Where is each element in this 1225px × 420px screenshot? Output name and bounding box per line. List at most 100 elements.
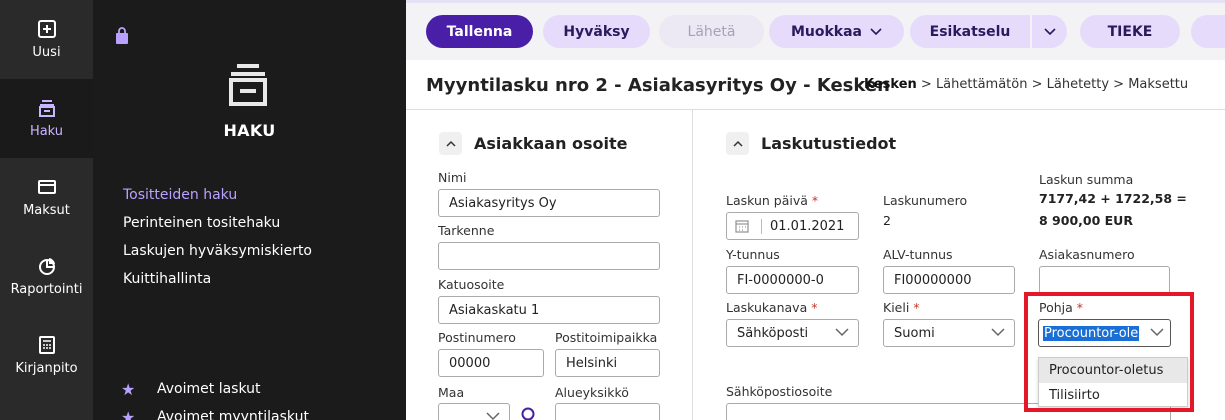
invoice-date-label: Laskun päivä * — [726, 193, 818, 208]
shopping-bag-icon[interactable] — [115, 27, 129, 45]
required-mark: * — [913, 300, 920, 315]
invoice-date-field[interactable]: 01.01.2021 — [726, 212, 859, 240]
favorite-label: Avoimet laskut — [157, 381, 261, 397]
country-select[interactable] — [438, 403, 510, 420]
plus-square-icon — [37, 20, 56, 38]
calendar-icon[interactable] — [735, 219, 749, 233]
link-kuittihallinta[interactable]: Kuittihallinta — [123, 271, 312, 299]
zip-field[interactable]: 00000 — [438, 349, 544, 377]
language-select[interactable]: Suomi — [883, 319, 1015, 347]
customer-address-section: Asiakkaan osoite Nimi Asiakasyritys Oy T… — [406, 110, 693, 420]
nav-kirjanpito-label: Kirjanpito — [15, 361, 78, 376]
billing-section-title: Laskutustiedot — [761, 134, 897, 153]
invoice-sum-total: 8 900,00 EUR — [1039, 213, 1133, 228]
panel-title: HAKU — [223, 121, 276, 140]
collapse-button[interactable] — [726, 132, 749, 155]
language-label-text: Kieli — [883, 300, 910, 315]
channel-select[interactable]: Sähköposti — [726, 319, 859, 347]
chevron-up-icon — [732, 140, 743, 147]
approve-button[interactable]: Hyväksy — [543, 15, 650, 48]
nav-maksut[interactable]: Maksut — [0, 158, 93, 237]
pie-chart-icon — [38, 258, 55, 275]
favorite-item[interactable]: ★ Avoimet laskut — [121, 375, 309, 403]
inbox-stack-icon — [229, 64, 267, 106]
preview-button[interactable]: Esikatselu — [910, 15, 1030, 48]
name-label: Nimi — [438, 170, 467, 185]
billing-section-header: Laskutustiedot — [726, 132, 896, 155]
invoice-sum-label: Laskun summa — [1039, 172, 1134, 187]
save-button[interactable]: Tallenna — [426, 15, 533, 48]
alv-field[interactable]: FI00000000 — [883, 266, 1015, 294]
extra-label: Tarkenne — [438, 223, 495, 238]
invoice-sum-formula: 7177,42 + 1722,58 = — [1039, 191, 1187, 206]
star-icon: ★ — [121, 407, 136, 420]
calculator-icon — [38, 336, 55, 354]
invoice-number-value: 2 — [883, 213, 891, 228]
city-label: Postitoimipaikka — [555, 330, 658, 345]
address-section-title: Asiakkaan osoite — [474, 134, 628, 153]
search-panel: HAKU Tositteiden haku Perinteinen tosite… — [93, 0, 406, 420]
send-button[interactable]: Lähetä — [659, 15, 764, 48]
edit-label: Muokkaa — [790, 23, 863, 40]
status-current: Kesken — [864, 77, 917, 92]
channel-label: Laskukanava * — [726, 300, 817, 315]
chevron-down-icon — [1043, 27, 1056, 35]
main-nav-rail: Uusi Haku Maksut Raportointi Kirjanpito — [0, 0, 93, 420]
nav-kirjanpito[interactable]: Kirjanpito — [0, 316, 93, 395]
link-laskujen-hyvaksymiskierto[interactable]: Laskujen hyväksymiskierto — [123, 243, 312, 271]
required-mark: * — [811, 300, 818, 315]
invoice-number-label: Laskunumero — [883, 193, 968, 208]
nav-raportointi-label: Raportointi — [10, 282, 83, 297]
channel-label-text: Laskukanava — [726, 300, 808, 315]
name-field[interactable]: Asiakasyritys Oy — [438, 189, 660, 217]
chevron-down-icon — [486, 412, 500, 420]
nav-haku[interactable]: Haku — [0, 79, 93, 158]
nav-haku-label: Haku — [29, 124, 64, 139]
card-icon — [37, 180, 56, 194]
document-header: Myyntilasku nro 2 - Asiakasyritys Oy - K… — [406, 60, 1225, 110]
language-label: Kieli * — [883, 300, 920, 315]
chevron-down-icon — [991, 328, 1005, 337]
nav-raportointi[interactable]: Raportointi — [0, 237, 93, 316]
edit-button[interactable]: Muokkaa — [769, 15, 904, 48]
extra-field[interactable] — [438, 242, 660, 270]
nav-uusi-label: Uusi — [32, 45, 61, 60]
city-field[interactable]: Helsinki — [555, 349, 660, 377]
chevron-down-icon — [835, 328, 849, 337]
chevron-up-icon — [445, 140, 456, 147]
highlight-annotation — [1024, 292, 1194, 412]
favorite-item[interactable]: ★ Avoimet myyntilaskut — [121, 403, 309, 420]
customer-number-field[interactable] — [1039, 266, 1170, 294]
district-label: Alueyksikkö — [555, 385, 629, 400]
chevron-down-icon — [870, 27, 882, 35]
language-value: Suomi — [894, 325, 935, 341]
nav-uusi[interactable]: Uusi — [0, 0, 93, 79]
customer-number-label: Asiakasnumero — [1039, 247, 1135, 262]
required-mark: * — [811, 193, 819, 208]
tieke-button[interactable]: TIEKE — [1080, 15, 1180, 48]
ytunnus-label: Y-tunnus — [726, 247, 780, 262]
favorites-list: ★ Avoimet laskut ★ Avoimet myyntilaskut — [121, 375, 309, 420]
alv-label: ALV-tunnus — [883, 247, 953, 262]
action-toolbar: Tallenna Hyväksy Lähetä Muokkaa Esikatse… — [406, 0, 1225, 60]
street-field[interactable]: Asiakaskatu 1 — [438, 296, 660, 324]
page-title: Myyntilasku nro 2 - Asiakasyritys Oy - K… — [426, 75, 890, 96]
district-field[interactable] — [555, 403, 660, 420]
address-section-header: Asiakkaan osoite — [439, 132, 628, 155]
zip-label: Postinumero — [438, 330, 516, 345]
inbox-stack-icon — [38, 100, 55, 117]
search-icon[interactable] — [520, 406, 536, 420]
more-button[interactable] — [1191, 15, 1225, 48]
preview-menu-button[interactable] — [1032, 15, 1067, 48]
email-label: Sähköpostiosoite — [726, 384, 833, 399]
status-rest: > Lähettämätön > Lähetetty > Maksettu — [916, 77, 1189, 92]
favorite-label: Avoimet myyntilaskut — [157, 409, 309, 420]
channel-value: Sähköposti — [737, 325, 809, 341]
collapse-button[interactable] — [439, 132, 462, 155]
link-perinteinen-tositehaku[interactable]: Perinteinen tositehaku — [123, 215, 312, 243]
search-links: Tositteiden haku Perinteinen tositehaku … — [123, 187, 312, 299]
country-label: Maa — [438, 385, 465, 400]
link-tositteiden-haku[interactable]: Tositteiden haku — [123, 187, 312, 215]
star-icon: ★ — [121, 379, 136, 399]
ytunnus-field[interactable]: FI-0000000-0 — [726, 266, 859, 294]
